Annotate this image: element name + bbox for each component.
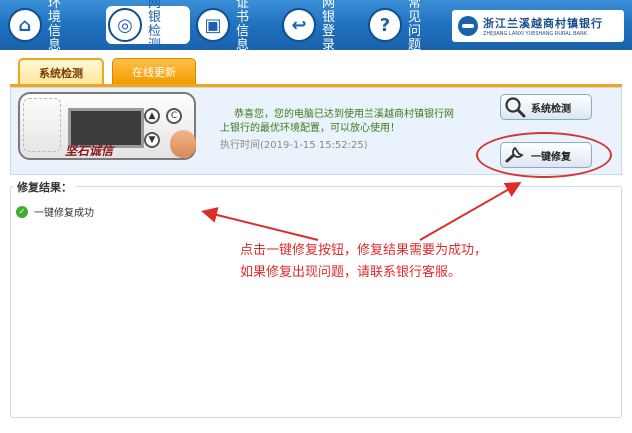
device-down-button-icon: ▼	[144, 132, 160, 148]
repair-result-item: ✓ 一键修复成功	[16, 204, 94, 219]
execution-time: 执行时间(2019-1-15 15:52:25)	[220, 136, 368, 151]
annotation-line-1: 点击一键修复按钮，修复结果需要为成功，	[240, 243, 488, 258]
magnifier-icon	[503, 96, 529, 118]
top-navigation-bar: ⌂ 环境信息 ◎ 网银检测 ▣ 证书信息 ↩ 网银登录 ? 常见问题 浙江兰溪越…	[0, 0, 632, 53]
annotation-line-2: 如果修复出现问题，请联系银行客服。	[240, 265, 462, 280]
check-result-message: 恭喜您，您的电脑已达到使用兰溪越商村镇银行网 上银行的最优环境配置，可以放心使用…	[220, 108, 470, 136]
nav-item-bank-check[interactable]: ◎ 网银检测	[106, 0, 190, 53]
instruction-annotation: 点击一键修复按钮，修复结果需要为成功， 如果修复出现问题，请联系银行客服。	[240, 240, 487, 284]
help-icon: ?	[368, 8, 402, 42]
device-c-button-icon: C	[166, 108, 182, 124]
system-check-button[interactable]: 系统检测	[500, 94, 592, 120]
nav-item-label: 网银检测	[148, 0, 168, 53]
finger-icon	[170, 130, 196, 158]
bank-emblem-icon	[458, 16, 478, 36]
login-icon: ↩	[282, 8, 316, 42]
home-icon: ⌂	[8, 8, 42, 42]
nav-item-label: 网银登录	[322, 0, 342, 53]
nav-item-certificate-info[interactable]: ▣ 证书信息	[196, 0, 272, 53]
repair-results-box	[10, 186, 622, 418]
system-check-label: 系统检测	[531, 103, 571, 115]
repair-button-highlight	[476, 132, 612, 178]
bank-check-icon: ◎	[108, 8, 142, 42]
nav-item-environment-info[interactable]: ⌂ 环境信息	[8, 0, 84, 53]
repair-result-text: 一键修复成功	[34, 208, 94, 219]
bank-name-en: ZHEJIANG LANXI YUESHANG RURAL BANK	[483, 31, 587, 37]
nav-item-bank-login[interactable]: ↩ 网银登录	[282, 0, 358, 53]
message-line-1: 恭喜您，您的电脑已达到使用兰溪越商村镇银行网	[234, 109, 454, 120]
tab-online-update[interactable]: 在线更新	[112, 58, 196, 85]
usb-key-device-image: ▲ C ▼ 坚石诚信	[18, 92, 196, 160]
exec-time-label: 执行时间	[220, 140, 260, 151]
device-up-button-icon: ▲	[144, 108, 160, 124]
bank-logo: 浙江兰溪越商村镇银行 ZHEJIANG LANXI YUESHANG RURAL…	[452, 10, 624, 42]
success-check-icon: ✓	[16, 205, 28, 218]
message-line-2: 上银行的最优环境配置，可以放心使用！	[220, 123, 400, 134]
repair-results-title: 修复结果：	[14, 179, 75, 195]
tab-system-check[interactable]: 系统检测	[18, 58, 104, 85]
exec-time-value: (2019-1-15 15:52:25)	[260, 140, 368, 151]
nav-item-label: 常见问题	[408, 0, 428, 53]
nav-item-label: 证书信息	[236, 0, 256, 53]
certificate-icon: ▣	[196, 8, 230, 42]
device-brand: 坚石诚信	[65, 144, 114, 158]
nav-item-faq[interactable]: ? 常见问题	[368, 0, 444, 53]
device-decoration	[23, 98, 61, 152]
nav-item-label: 环境信息	[48, 0, 68, 53]
bank-name-cn: 浙江兰溪越商村镇银行	[483, 17, 603, 30]
